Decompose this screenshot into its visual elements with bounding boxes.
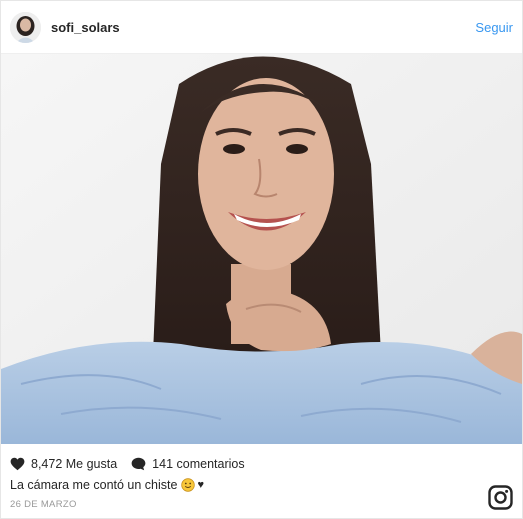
speech-bubble-icon	[131, 457, 146, 471]
post-caption: La cámara me contó un chiste ♥	[10, 478, 204, 492]
comments-stat[interactable]: 141 comentarios	[131, 457, 245, 471]
heart-icon	[10, 457, 25, 471]
post-photo[interactable]	[1, 54, 522, 444]
instagram-icon[interactable]	[488, 485, 513, 510]
follow-button[interactable]: Seguir	[475, 20, 513, 35]
instagram-embed-card: sofi_solars Seguir 8,472 Me gusta 141 co…	[0, 0, 523, 519]
avatar[interactable]	[10, 12, 41, 43]
slightly-smiling-face-icon	[181, 478, 196, 492]
likes-stat[interactable]: 8,472 Me gusta	[10, 457, 117, 471]
post-header: sofi_solars Seguir	[1, 1, 522, 54]
post-date: 26 DE MARZO	[10, 499, 77, 510]
caption-heart: ♥	[197, 479, 204, 491]
caption-text: La cámara me contó un chiste	[10, 478, 178, 492]
likes-count: 8,472 Me gusta	[31, 457, 118, 471]
comments-count: 141 comentarios	[152, 457, 245, 471]
post-stats: 8,472 Me gusta 141 comentarios	[10, 456, 259, 472]
username-link[interactable]: sofi_solars	[51, 20, 120, 35]
